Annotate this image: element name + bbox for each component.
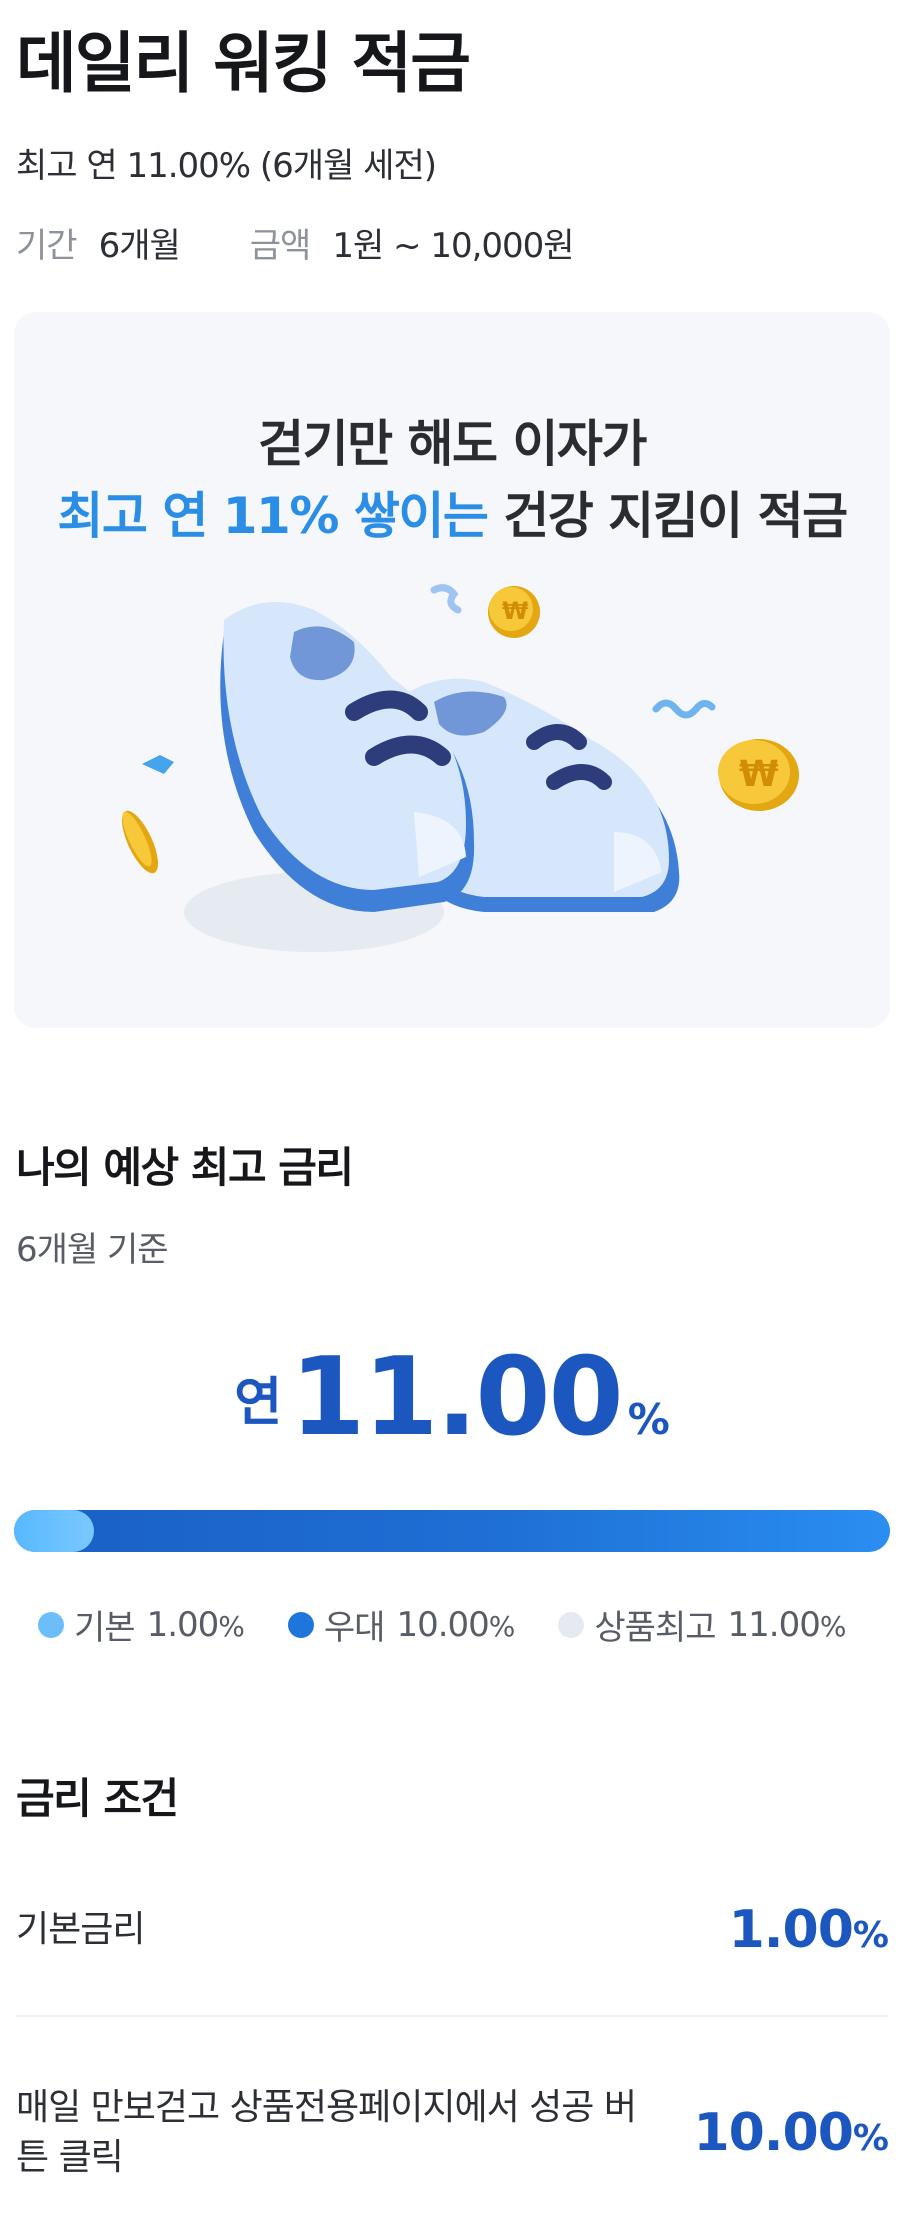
sneakers-illustration: ₩ ₩ <box>121 584 799 952</box>
expected-rate-value: 연11.00% <box>0 1335 904 1460</box>
svg-text:₩: ₩ <box>739 754 779 795</box>
legend-label: 상품최고 <box>594 1608 716 1648</box>
coin-icon: ₩ <box>488 586 540 638</box>
condition-rate: 10.00% <box>693 2103 889 2163</box>
legend-dot <box>558 1611 585 1638</box>
condition-label: 매일 만보걷고 상품전용페이지에서 성공 버튼 클릭 <box>16 2087 637 2178</box>
legend-label: 기본 <box>74 1608 136 1648</box>
rate-legend: 기본 1.00% 우대 10.00% 상품최고 11.00% <box>38 1600 889 1649</box>
condition-label: 기본금리 <box>16 1909 145 1950</box>
coin-icon: ₩ <box>718 739 799 811</box>
divider <box>16 2015 888 2017</box>
rate-prefix: 연 <box>234 1373 283 1433</box>
condition-row: 기본금리 1.00% <box>16 1900 889 1960</box>
amount-value: 1원 ~ 10,000원 <box>332 226 574 266</box>
rate-progress-base <box>14 1510 94 1552</box>
rate-basis: 6개월 기준 <box>16 1230 169 1270</box>
legend-label: 우대 <box>323 1608 386 1648</box>
confetti-icon <box>430 584 462 614</box>
product-meta: 기간 6개월 금액 1원 ~ 10,000원 <box>16 218 575 267</box>
legend-value: 1.00% <box>146 1604 245 1645</box>
confetti-icon <box>652 699 716 719</box>
legend-dot <box>38 1611 64 1638</box>
promo-banner: 걷기만 해도 이자가 최고 연 11% 쌓이는 건강 지킴이 적금 ₩ ₩ <box>14 312 890 1028</box>
product-subtitle: 최고 연 11.00% (6개월 세전) <box>16 146 437 186</box>
confetti-icon <box>142 755 174 774</box>
condition-row: 매일 만보걷고 상품전용페이지에서 성공 버튼 클릭 10.00% <box>16 2083 889 2183</box>
legend-value: 10.00% <box>396 1604 515 1645</box>
svg-text:₩: ₩ <box>502 597 529 625</box>
amount-key: 금액 <box>249 226 312 266</box>
legend-dot <box>287 1611 314 1638</box>
rate-progress-bar <box>14 1510 890 1552</box>
product-title: 데일리 워킹 적금 <box>16 25 471 102</box>
legend-item: 기본 1.00% <box>38 1600 245 1649</box>
legend-value: 11.00% <box>727 1604 847 1645</box>
expected-rate-heading: 나의 예상 최고 금리 <box>16 1143 354 1192</box>
condition-rate: 1.00% <box>728 1900 889 1960</box>
period-value: 6개월 <box>98 226 181 266</box>
legend-item: 상품최고 11.00% <box>558 1600 847 1649</box>
legend-item: 우대 10.00% <box>287 1600 515 1649</box>
left-shoe-icon <box>220 602 475 912</box>
coin-icon <box>121 810 159 874</box>
rate-number: 11.00 <box>290 1335 624 1460</box>
rate-unit: % <box>627 1395 670 1444</box>
period-key: 기간 <box>16 226 78 266</box>
conditions-heading: 금리 조건 <box>16 1774 179 1823</box>
